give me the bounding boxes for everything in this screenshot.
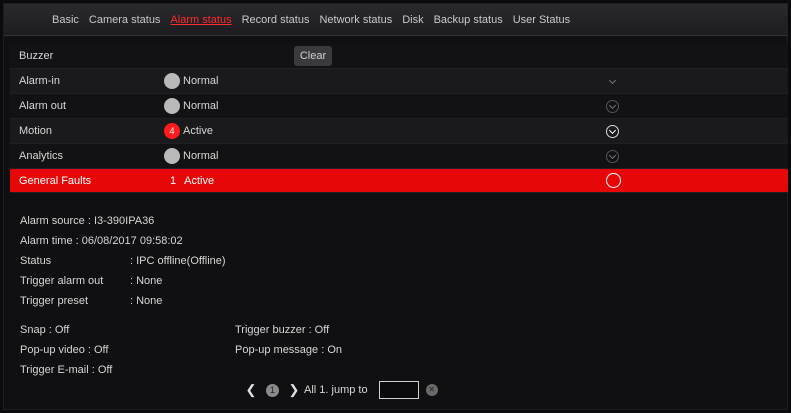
status-dot-icon xyxy=(164,148,180,164)
alarm-status: Normal xyxy=(164,148,218,164)
alarm-row-alarm-in[interactable]: Alarm-in Normal xyxy=(10,69,788,94)
tab-disk[interactable]: Disk xyxy=(402,14,423,26)
alarm-name: Alarm out xyxy=(19,100,67,112)
option-row: Snap : Off Trigger buzzer : Off xyxy=(20,320,520,340)
circle-icon[interactable] xyxy=(606,173,621,188)
status-text: Normal xyxy=(183,100,219,112)
chevron-down-icon[interactable] xyxy=(606,149,619,163)
tab-user-status[interactable]: User Status xyxy=(513,14,570,26)
alarm-status: 1 Active xyxy=(164,175,214,187)
chevron-down-icon[interactable] xyxy=(606,99,619,113)
status-value: : IPC offline(Offline) xyxy=(130,255,226,267)
jump-to-page-input[interactable] xyxy=(378,381,419,399)
chevron-down-icon[interactable] xyxy=(606,75,619,88)
alarm-name: General Faults xyxy=(19,174,92,187)
status-dot-icon xyxy=(164,73,180,89)
tab-basic[interactable]: Basic xyxy=(52,14,79,26)
snap-option: Snap : Off xyxy=(20,324,70,336)
alarm-row-general-faults[interactable]: General Faults 1 Active xyxy=(10,169,788,193)
status-window: Basic Camera status Alarm status Record … xyxy=(3,3,788,410)
buzzer-row: Buzzer Clear xyxy=(10,44,788,69)
clear-button[interactable]: Clear xyxy=(294,46,332,66)
detail-trigger-preset: Trigger preset : None xyxy=(20,291,226,311)
status-text: Active xyxy=(183,125,213,137)
alarm-count-badge: 4 xyxy=(164,123,180,139)
trigger-buzzer-option: Trigger buzzer : Off xyxy=(235,324,330,336)
alarm-row-motion[interactable]: Motion 4 Active xyxy=(10,119,788,144)
detail-status: Status : IPC offline(Offline) xyxy=(20,251,226,271)
prev-page-button[interactable]: ❮ xyxy=(244,382,258,398)
popup-message-option: Pop-up message : On xyxy=(235,344,343,356)
status-text: Normal xyxy=(183,150,219,162)
alarm-source: Alarm source : I3-390IPA36 xyxy=(20,215,155,227)
alarm-row-alarm-out[interactable]: Alarm out Normal xyxy=(10,94,788,119)
tab-record-status[interactable]: Record status xyxy=(242,14,310,26)
popup-video-option: Pop-up video : Off xyxy=(20,344,109,356)
tab-backup-status[interactable]: Backup status xyxy=(434,14,503,26)
go-icon[interactable]: ✕ xyxy=(425,384,438,396)
tab-camera-status[interactable]: Camera status xyxy=(89,14,161,26)
status-text: Normal xyxy=(183,75,219,87)
alarm-row-analytics[interactable]: Analytics Normal xyxy=(10,144,788,169)
page-summary: All 1. jump to xyxy=(304,384,368,396)
alarm-time: Alarm time : 06/08/2017 09:58:02 xyxy=(20,235,183,247)
status-label: Status xyxy=(20,255,52,267)
alarm-name: Motion xyxy=(19,125,53,137)
trigger-preset-label: Trigger preset xyxy=(20,295,89,307)
trigger-email-option: Trigger E-mail : Off xyxy=(20,364,113,376)
trigger-preset-value: : None xyxy=(130,295,163,307)
pagination: ❮ 1 ❯ All 1. jump to ✕ xyxy=(244,380,438,400)
status-dot-icon xyxy=(164,98,180,114)
buzzer-label: Buzzer xyxy=(19,50,54,62)
trigger-alarm-out-value: : None xyxy=(130,275,163,287)
detail-trigger-alarm-out: Trigger alarm out : None xyxy=(20,271,226,291)
alarm-status: 4 Active xyxy=(164,123,213,139)
alarm-table: Buzzer Clear Alarm-in Normal Alarm out N… xyxy=(10,44,788,193)
option-row: Pop-up video : Off Pop-up message : On xyxy=(20,340,520,360)
alarm-details: Alarm source : I3-390IPA36 Alarm time : … xyxy=(20,211,226,311)
option-row: Trigger E-mail : Off xyxy=(20,360,520,380)
alarm-count: 1 xyxy=(170,174,177,187)
page-number-button[interactable]: 1 xyxy=(266,383,279,397)
alarm-options: Snap : Off Trigger buzzer : Off Pop-up v… xyxy=(20,320,520,380)
chevron-down-icon[interactable] xyxy=(606,124,619,138)
tab-network-status[interactable]: Network status xyxy=(319,14,392,26)
trigger-alarm-out-label: Trigger alarm out xyxy=(20,275,104,287)
alarm-name: Alarm-in xyxy=(19,75,60,87)
tab-bar: Basic Camera status Alarm status Record … xyxy=(4,4,787,36)
alarm-name: Analytics xyxy=(19,150,64,162)
alarm-status: Normal xyxy=(164,73,218,89)
next-page-button[interactable]: ❯ xyxy=(287,382,301,398)
status-text: Active xyxy=(184,174,215,187)
alarm-status: Normal xyxy=(164,98,218,114)
tab-alarm-status[interactable]: Alarm status xyxy=(170,14,231,26)
